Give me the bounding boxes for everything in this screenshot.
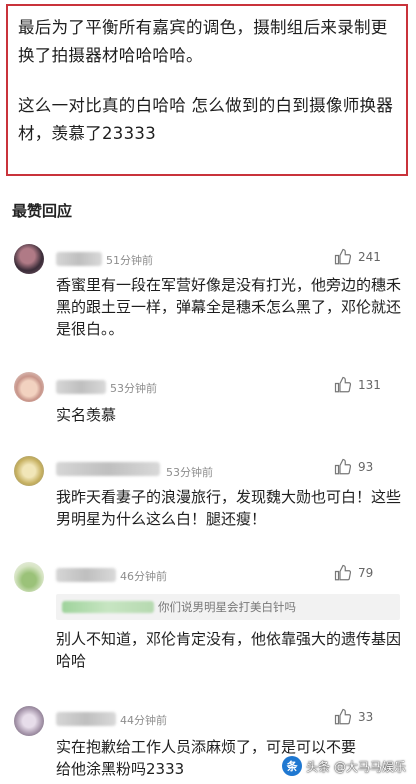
logo-glyph: 条	[286, 760, 298, 773]
comment-text: 香蜜里有一段在军营好像是没有打光，他旁边的穗禾黑的跟土豆一样，弹幕全是穗禾怎么黑…	[56, 276, 402, 338]
post-paragraph-1: 最后为了平衡所有嘉宾的调色，摄制组后来录制更换了拍摄器材哈哈哈哈。	[18, 18, 388, 65]
thumbs-up-icon	[334, 248, 352, 265]
quoted-username	[62, 601, 154, 613]
comment-text: 别人不知道，邓伦肯定没有，他依靠强大的遗传基因哈哈	[56, 630, 402, 670]
like-button[interactable]: 93	[334, 458, 373, 476]
watermark: 条 头条 @大马马娱乐	[282, 756, 406, 776]
like-count: 79	[358, 566, 374, 580]
like-count: 33	[358, 710, 374, 724]
watermark-label: 头条 @大马马娱乐	[306, 759, 406, 774]
comment-time: 44分钟前	[120, 714, 167, 727]
username[interactable]	[56, 380, 106, 394]
section-title: 最赞回应	[12, 202, 73, 220]
post-excerpt: 最后为了平衡所有嘉宾的调色，摄制组后来录制更换了拍摄器材哈哈哈哈。 这么一对比真…	[6, 4, 408, 176]
comment-time: 46分钟前	[120, 570, 167, 583]
thumbs-up-icon	[334, 708, 352, 725]
like-count: 241	[358, 250, 381, 264]
like-button[interactable]: 79	[334, 564, 373, 582]
comment-time: 53分钟前	[166, 466, 213, 479]
avatar[interactable]	[14, 562, 44, 592]
avatar[interactable]	[14, 372, 44, 402]
avatar[interactable]	[14, 244, 44, 274]
like-count: 93	[358, 460, 374, 474]
toutiao-logo-icon: 条	[282, 756, 303, 776]
comment-text: 实名羡慕	[56, 406, 117, 424]
thumbs-up-icon	[334, 376, 352, 393]
comment-time: 51分钟前	[106, 254, 153, 267]
username[interactable]	[56, 462, 160, 476]
username[interactable]	[56, 568, 116, 582]
thumbs-up-icon	[334, 564, 352, 581]
like-count: 131	[358, 378, 381, 392]
username[interactable]	[56, 712, 116, 726]
avatar[interactable]	[14, 456, 44, 486]
avatar[interactable]	[14, 706, 44, 736]
comment-time: 53分钟前	[110, 382, 157, 395]
thumbs-up-icon	[334, 458, 352, 475]
quoted-reply[interactable]: 你们说男明星会打美白针吗	[56, 594, 400, 620]
post-paragraph-2: 这么一对比真的白哈哈 怎么做到的白到摄像师换器材，羡慕了23333	[18, 96, 394, 143]
like-button[interactable]: 131	[334, 376, 381, 394]
comment-text: 我昨天看妻子的浪漫旅行，发现魏大勋也可白！这些男明星为什么这么白！腿还瘦！	[56, 488, 402, 528]
like-button[interactable]: 33	[334, 708, 373, 726]
like-button[interactable]: 241	[334, 248, 381, 266]
quoted-text: 你们说男明星会打美白针吗	[158, 600, 296, 614]
username[interactable]	[56, 252, 102, 266]
